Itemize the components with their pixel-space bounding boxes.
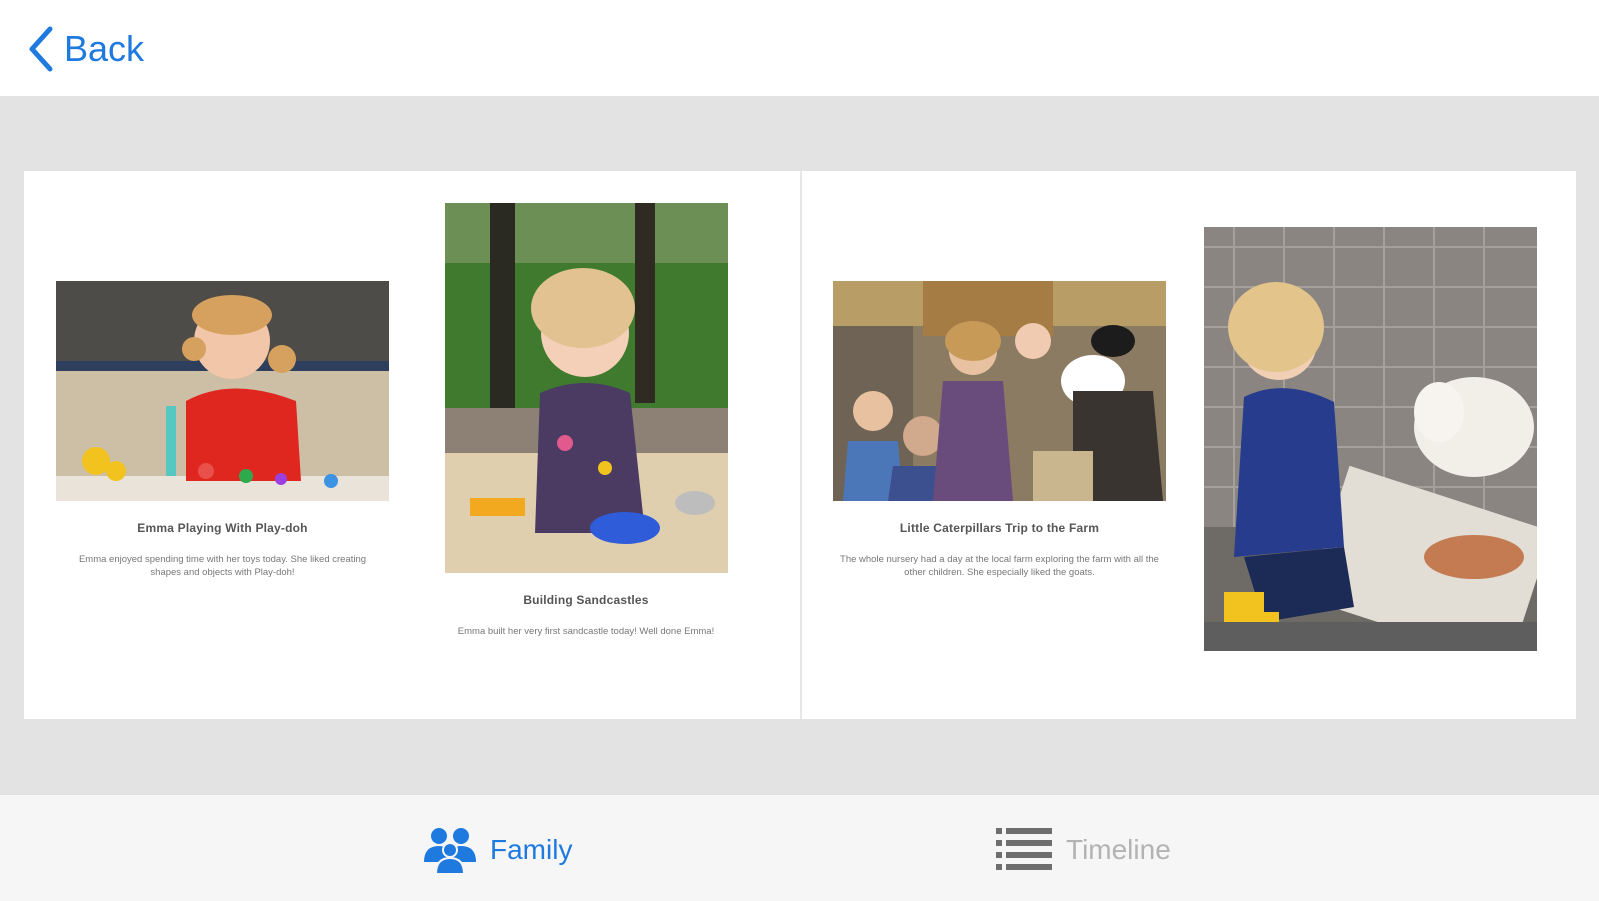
photo-goat[interactable] bbox=[1204, 227, 1537, 651]
photo-entry: Emma Playing With Play-doh Emma enjoyed … bbox=[56, 281, 389, 579]
tab-bar: Family Timeline bbox=[0, 794, 1599, 901]
family-icon bbox=[424, 828, 476, 874]
photo-description: Emma enjoyed spending time with her toys… bbox=[78, 554, 367, 578]
timeline-icon bbox=[996, 828, 1052, 870]
chevron-left-icon bbox=[29, 26, 53, 72]
back-label: Back bbox=[64, 28, 145, 69]
tab-timeline[interactable]: Timeline bbox=[994, 820, 1171, 880]
photo-entry: Little Caterpillars Trip to the Farm The… bbox=[833, 281, 1166, 579]
photo-description: Emma built her very first sandcastle tod… bbox=[457, 626, 715, 637]
photo-playdoh[interactable] bbox=[56, 281, 389, 501]
back-button[interactable]: Back bbox=[26, 24, 144, 74]
tab-timeline-label: Timeline bbox=[1066, 834, 1171, 865]
photo-entry bbox=[1204, 227, 1537, 651]
photo-title: Emma Playing With Play-doh bbox=[137, 521, 308, 535]
photobook-spread: Emma Playing With Play-doh Emma enjoyed … bbox=[24, 171, 1576, 719]
photo-title: Building Sandcastles bbox=[523, 593, 649, 607]
photo-sandcastles[interactable] bbox=[444, 203, 728, 573]
tab-family[interactable]: Family bbox=[422, 820, 572, 880]
photo-title: Little Caterpillars Trip to the Farm bbox=[899, 521, 1100, 535]
right-page[interactable]: Little Caterpillars Trip to the Farm The… bbox=[801, 171, 1576, 719]
photo-description: The whole nursery had a day at the local… bbox=[840, 554, 1159, 578]
navigation-bar: Back bbox=[0, 0, 1599, 96]
left-page[interactable]: Emma Playing With Play-doh Emma enjoyed … bbox=[24, 171, 800, 719]
photo-farm-trip[interactable] bbox=[833, 281, 1166, 501]
photo-entry: Building Sandcastles Emma built her very… bbox=[429, 203, 743, 638]
tab-family-label: Family bbox=[490, 834, 573, 865]
